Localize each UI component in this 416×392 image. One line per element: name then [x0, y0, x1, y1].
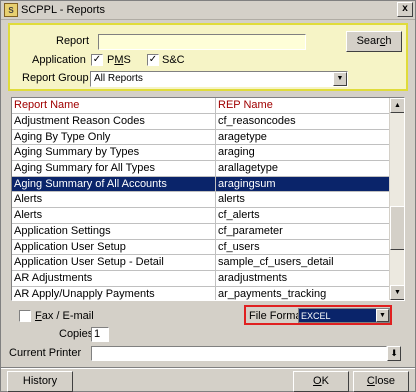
fax-email-label: Fax / E-mail: [35, 310, 94, 322]
rep-name-cell: aragetype: [216, 129, 390, 146]
report-name-cell: Application Settings: [12, 223, 216, 240]
report-name-cell: Application User Setup: [12, 239, 216, 256]
window-title: SCPPL - Reports: [21, 4, 105, 16]
vertical-scrollbar[interactable]: ▲ ▼: [389, 98, 404, 300]
column-header-rep-name[interactable]: REP Name: [216, 98, 390, 114]
report-name-cell: AR Adjustments: [12, 270, 216, 287]
rep-name-cell: araging: [216, 145, 390, 162]
file-format-value: EXCEL: [301, 311, 331, 321]
rep-name-cell: arallagetype: [216, 161, 390, 177]
reports-window: S SCPPL - Reports x Report Search Applic…: [0, 0, 416, 392]
table-row[interactable]: Alerts alerts: [12, 192, 390, 209]
filter-panel: Report Search Application ✓ PMS ✓ S&C Re…: [8, 23, 408, 91]
rep-name-cell: cf_users: [216, 239, 390, 256]
table-row[interactable]: Application User Setup - Detail sample_cf…: [12, 255, 390, 271]
application-label: Application: [32, 54, 86, 66]
report-name-cell: Alerts: [12, 208, 216, 224]
close-button[interactable]: Close: [353, 371, 409, 392]
rep-name-cell: ar_payments_tracking: [216, 286, 390, 300]
rep-name-cell: alerts: [216, 192, 390, 209]
table-row[interactable]: Aging Summary by Types araging: [12, 145, 390, 162]
snc-label: S&C: [162, 54, 185, 66]
report-label: Report: [56, 35, 90, 47]
report-name-cell: Application User Setup - Detail: [12, 255, 216, 271]
table-row[interactable]: Application User Setup cf_users: [12, 239, 390, 256]
report-name-cell: AR Apply/Unapply Payments: [12, 286, 216, 300]
rep-name-cell: cf_parameter: [216, 223, 390, 240]
current-printer-input[interactable]: [91, 346, 387, 361]
report-group-label: Report Group: [22, 72, 89, 84]
file-format-select[interactable]: EXCEL ▼: [298, 308, 390, 323]
snc-checkbox[interactable]: ✓: [147, 54, 159, 66]
rep-name-cell: aradjustments: [216, 270, 390, 287]
table-row[interactable]: AR Apply/Unapply Payments ar_payments_tra…: [12, 286, 390, 300]
table-row[interactable]: Application Settings cf_parameter: [12, 223, 390, 240]
chevron-down-icon[interactable]: ▼: [376, 309, 389, 322]
report-name-cell: Aging By Type Only: [12, 129, 216, 146]
copies-input[interactable]: 1: [91, 327, 109, 342]
column-header-report-name[interactable]: Report Name: [12, 98, 216, 114]
ok-button[interactable]: OK: [293, 371, 349, 392]
reports-grid: Report Name REP Name Adjustment Reason C…: [11, 97, 405, 301]
table-row[interactable]: Alerts cf_alerts: [12, 208, 390, 224]
scroll-thumb[interactable]: [390, 206, 404, 250]
table-row[interactable]: AR Adjustments aradjustments: [12, 270, 390, 287]
app-icon: S: [4, 3, 18, 17]
close-window-button[interactable]: x: [397, 2, 413, 17]
scroll-up-icon[interactable]: ▲: [390, 98, 404, 113]
grid-header: Report Name REP Name: [12, 98, 390, 114]
report-input[interactable]: [98, 34, 306, 50]
report-name-cell: Adjustment Reason Codes: [12, 114, 216, 130]
report-name-cell: Alerts: [12, 192, 216, 209]
pms-label: PMS: [107, 54, 131, 66]
table-row[interactable]: Aging Summary for All Types arallagetype: [12, 161, 390, 177]
file-format-label: File Format: [249, 310, 305, 322]
report-name-cell: Aging Summary for All Types: [12, 161, 216, 177]
copies-label: Copies: [59, 328, 94, 340]
fax-email-checkbox[interactable]: [19, 310, 31, 322]
title-bar: S SCPPL - Reports x: [1, 1, 415, 20]
rep-name-cell: aragingsum: [216, 176, 390, 193]
search-button[interactable]: Search: [346, 31, 402, 52]
rep-name-cell: cf_reasoncodes: [216, 114, 390, 130]
table-row[interactable]: Aging Summary of All Accounts aragingsum: [12, 176, 390, 193]
report-group-value: All Reports: [94, 73, 143, 84]
pms-checkbox[interactable]: ✓: [91, 54, 103, 66]
printer-lookup-icon[interactable]: ⬇: [387, 346, 401, 361]
report-name-cell: Aging Summary by Types: [12, 145, 216, 162]
report-name-cell: Aging Summary of All Accounts: [12, 176, 216, 193]
grid-rows: Adjustment Reason Codes cf_reasoncodes Agi…: [12, 114, 390, 300]
chevron-down-icon[interactable]: ▼: [333, 72, 347, 86]
scroll-down-icon[interactable]: ▼: [390, 285, 404, 300]
rep-name-cell: cf_alerts: [216, 208, 390, 224]
report-group-select[interactable]: All Reports ▼: [90, 71, 348, 87]
rep-name-cell: sample_cf_users_detail: [216, 255, 390, 271]
history-button[interactable]: History: [7, 371, 73, 392]
current-printer-label: Current Printer: [9, 347, 82, 359]
table-row[interactable]: Aging By Type Only aragetype: [12, 129, 390, 146]
table-row[interactable]: Adjustment Reason Codes cf_reasoncodes: [12, 114, 390, 130]
